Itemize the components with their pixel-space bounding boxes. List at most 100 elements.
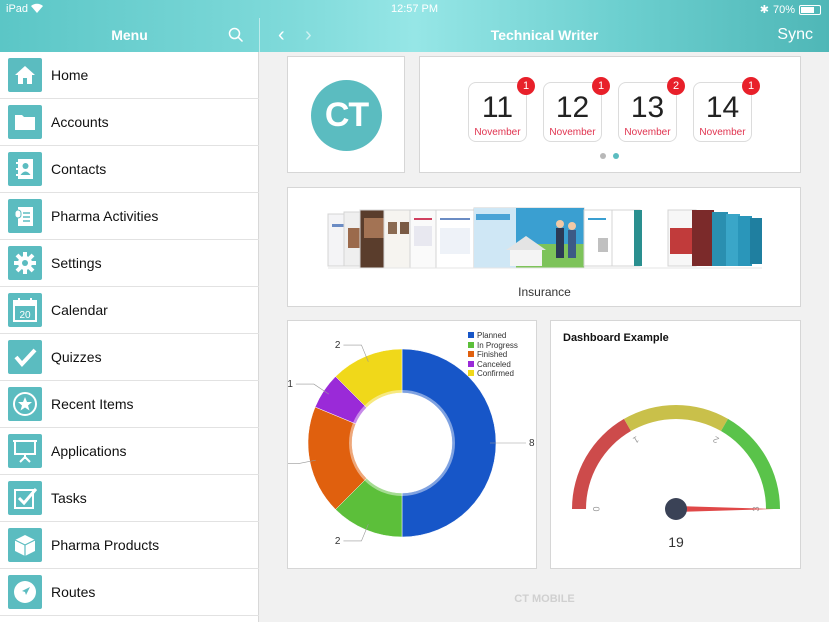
logo-card: CT — [287, 56, 405, 173]
date-day: 14 — [705, 91, 740, 124]
sidebar-item-applications[interactable]: Applications — [0, 428, 259, 475]
sidebar-item-label: Tasks — [51, 490, 87, 506]
pharma-activities-icon — [8, 199, 42, 233]
battery-icon — [799, 4, 821, 15]
notification-badge: 1 — [592, 77, 610, 95]
bluetooth-icon: ✱ — [759, 4, 769, 16]
navigation-bar: Menu ‹ › Technical Writer Sync — [0, 18, 829, 52]
sidebar-item-quizzes[interactable]: Quizzes — [0, 334, 259, 381]
donut-data-label: 1 — [288, 379, 293, 390]
sidebar-item-routes[interactable]: Routes — [0, 569, 259, 616]
sidebar-item-label: Routes — [51, 584, 96, 600]
date-month: November — [549, 127, 596, 138]
sidebar-item-label: Pharma Products — [51, 537, 160, 553]
presentation-icon — [8, 434, 42, 468]
date-month: November — [624, 127, 671, 138]
legend-label: Canceled — [477, 360, 511, 369]
legend-swatch — [468, 370, 474, 376]
sidebar-item-label: Calendar — [51, 302, 108, 318]
presentation-thumbnails[interactable] — [288, 188, 802, 283]
legend-item: Confirmed — [468, 369, 514, 378]
donut-data-label: 2 — [335, 536, 341, 547]
legend-label: In Progress — [477, 341, 518, 350]
sidebar-item-label: Home — [51, 67, 89, 83]
task-checkbox-icon — [8, 481, 42, 515]
sidebar-item-pharma-products[interactable]: Pharma Products — [0, 522, 259, 569]
date-tile[interactable]: 14 November 1 — [693, 77, 760, 142]
sidebar-item-label: Accounts — [51, 114, 109, 130]
donut-inner-ring — [349, 390, 455, 496]
legend-label: Confirmed — [477, 369, 514, 378]
gauge-tick-label: 0 — [591, 506, 601, 511]
sidebar-item-calendar[interactable]: 20 Calendar — [0, 287, 259, 334]
box-icon — [8, 528, 42, 562]
sidebar-item-label: Applications — [51, 443, 127, 459]
gauge-tick-label: 2 — [711, 434, 720, 445]
donut-data-label: 2 — [335, 340, 341, 351]
sidebar-item-label: Contacts — [51, 161, 107, 177]
sidebar-item-recent-items[interactable]: Recent Items — [0, 381, 259, 428]
legend-item: In Progress — [468, 341, 518, 350]
insurance-carousel-card[interactable]: Insurance — [287, 187, 801, 307]
legend-item: Canceled — [468, 360, 511, 369]
legend-swatch — [468, 342, 474, 348]
gauge-band — [721, 418, 780, 509]
gauge-value: 19 — [668, 534, 684, 550]
slide-featured-insurance[interactable] — [473, 207, 585, 269]
checkmark-icon — [8, 340, 42, 374]
date-day: 11 — [481, 91, 514, 124]
legend-label: Finished — [477, 350, 508, 359]
calendar-icon: 20 — [8, 293, 42, 327]
page-indicator-dot-active[interactable] — [613, 153, 619, 159]
sidebar-menu: Home Accounts Contacts Pharma Activities… — [0, 52, 259, 622]
contacts-icon — [8, 152, 42, 186]
page-indicator-dot[interactable] — [600, 153, 606, 159]
slide-stack-right — [583, 209, 762, 267]
date-tile[interactable]: 12 November 1 — [543, 77, 610, 142]
date-tile[interactable]: 11 November 1 — [468, 77, 535, 142]
sync-button[interactable]: Sync — [777, 26, 813, 44]
dashboard-content: CT 11 November 1 12 November 1 13 Novemb… — [260, 52, 829, 622]
calendar-icon-day: 20 — [19, 310, 31, 321]
sidebar-item-settings[interactable]: Settings — [0, 240, 259, 287]
legend-label: Planned — [477, 331, 507, 340]
date-tile[interactable]: 13 November 2 — [618, 77, 685, 142]
notification-badge: 1 — [742, 77, 760, 95]
date-day: 12 — [555, 91, 590, 124]
sidebar-item-contacts[interactable]: Contacts — [0, 146, 259, 193]
sidebar-item-accounts[interactable]: Accounts — [0, 99, 259, 146]
sidebar-item-label: Recent Items — [51, 396, 134, 412]
calendar-dates-card: 11 November 1 12 November 1 13 November … — [419, 56, 801, 173]
legend-item: Finished — [468, 350, 507, 359]
status-donut-chart-card: 82312 Planned In Progress Finished Cance… — [287, 320, 537, 569]
menu-title: Menu — [111, 27, 148, 43]
notification-badge: 2 — [667, 77, 685, 95]
gauge-band — [572, 418, 631, 509]
sidebar-item-label: Quizzes — [51, 349, 102, 365]
page-title: Technical Writer — [490, 27, 599, 43]
sidebar-item-home[interactable]: Home — [0, 52, 259, 99]
battery-percent: 70% — [772, 3, 795, 16]
sidebar-item-tasks[interactable]: Tasks — [0, 475, 259, 522]
legend-swatch — [468, 332, 474, 338]
status-bar: iPad 12:57 PM ✱ 70% — [0, 0, 829, 18]
ct-logo: CT — [311, 80, 382, 151]
gear-icon — [8, 246, 42, 280]
gauge-chart: 012319 — [572, 405, 780, 550]
sidebar-item-pharma-activities[interactable]: Pharma Activities — [0, 193, 259, 240]
gauge-tick-label: 1 — [631, 434, 640, 445]
date-month: November — [474, 127, 521, 138]
date-day: 13 — [630, 91, 665, 124]
ct-mobile-footer-logo: CT MOBILE — [514, 593, 575, 605]
sidebar-item-label: Settings — [51, 255, 102, 271]
dashboard-gauge-card: Dashboard Example 012319 — [550, 320, 801, 569]
notification-badge: 1 — [517, 77, 535, 95]
donut-data-label: 8 — [529, 438, 535, 449]
home-icon — [8, 58, 42, 92]
battery-level — [801, 6, 814, 13]
sidebar-item-label: Pharma Activities — [51, 208, 159, 224]
navigation-icon — [8, 575, 42, 609]
legend-swatch — [468, 361, 474, 367]
search-icon[interactable] — [228, 27, 244, 43]
gauge-band — [624, 405, 728, 432]
